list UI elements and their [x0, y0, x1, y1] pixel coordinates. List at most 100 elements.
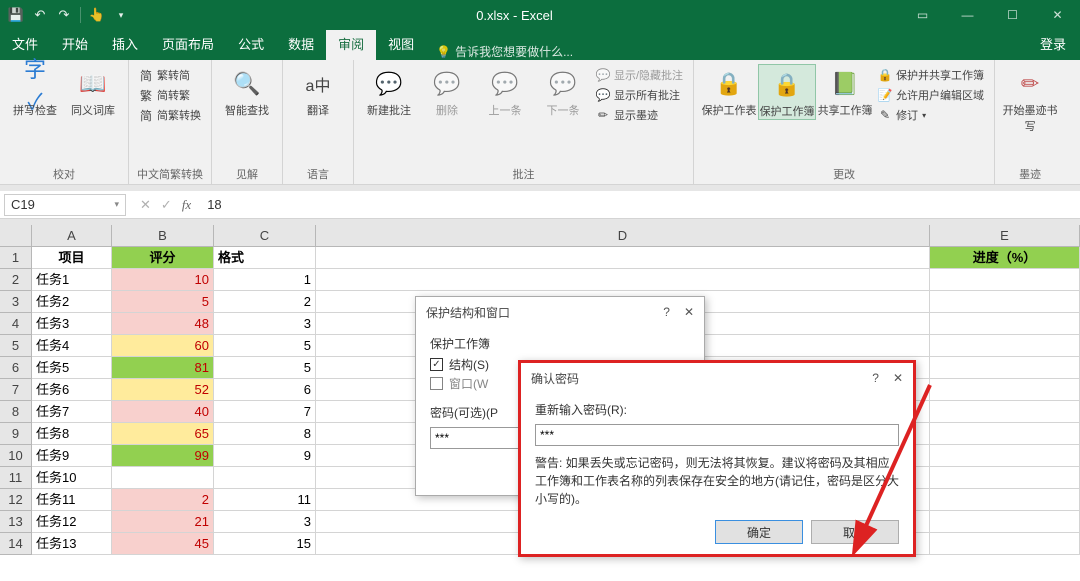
cell[interactable]: 5 — [112, 291, 214, 313]
cell[interactable] — [930, 489, 1080, 511]
cell[interactable]: 项目 — [32, 247, 112, 269]
cell[interactable]: 任务10 — [32, 467, 112, 489]
cell[interactable]: 15 — [214, 533, 316, 555]
cell[interactable]: 进度（%） — [930, 247, 1080, 269]
maximize-icon[interactable]: ☐ — [990, 0, 1035, 30]
col-head-a[interactable]: A — [32, 225, 112, 246]
cell[interactable]: 2 — [112, 489, 214, 511]
cancel-formula-icon[interactable]: ✕ — [140, 197, 151, 213]
cell[interactable]: 5 — [214, 357, 316, 379]
cell[interactable]: 任务4 — [32, 335, 112, 357]
undo-icon[interactable]: ↶ — [32, 7, 48, 23]
delete-comment-button[interactable]: 💬删除 — [418, 64, 476, 118]
col-head-c[interactable]: C — [214, 225, 316, 246]
simplified-to-traditional-button[interactable]: 繁简转繁 — [135, 86, 205, 104]
chinese-convert-button[interactable]: 简简繁转换 — [135, 106, 205, 124]
cell[interactable]: 任务6 — [32, 379, 112, 401]
cell[interactable]: 3 — [214, 313, 316, 335]
cell[interactable] — [930, 467, 1080, 489]
cell[interactable]: 任务7 — [32, 401, 112, 423]
allow-edit-ranges-button[interactable]: 📝允许用户编辑区域 — [874, 86, 988, 104]
smart-lookup-button[interactable]: 🔍 智能查找 — [218, 64, 276, 118]
cell[interactable]: 11 — [214, 489, 316, 511]
traditional-to-simplified-button[interactable]: 简繁转简 — [135, 66, 205, 84]
cell[interactable]: 2 — [214, 291, 316, 313]
tab-页面布局[interactable]: 页面布局 — [150, 30, 226, 60]
cell[interactable] — [112, 467, 214, 489]
show-hide-comment-button[interactable]: 💬显示/隐藏批注 — [592, 66, 687, 84]
protect-sheet-button[interactable]: 🔒保护工作表 — [700, 64, 758, 118]
cell[interactable] — [930, 511, 1080, 533]
cell[interactable]: 格式 — [214, 247, 316, 269]
col-head-d[interactable]: D — [316, 225, 930, 246]
tell-me-search[interactable]: 💡 告诉我您想要做什么... — [426, 43, 573, 60]
redo-icon[interactable]: ↷ — [56, 7, 72, 23]
cell[interactable] — [214, 467, 316, 489]
minimize-icon[interactable]: — — [945, 0, 990, 30]
row-head[interactable]: 13 — [0, 511, 32, 533]
share-workbook-button[interactable]: 📗共享工作簿 — [816, 64, 874, 118]
cell[interactable] — [930, 313, 1080, 335]
name-box[interactable]: C19 ▾ — [4, 194, 126, 216]
cancel-button[interactable]: 取消 — [811, 520, 899, 544]
cell[interactable]: 5 — [214, 335, 316, 357]
cell[interactable]: 任务12 — [32, 511, 112, 533]
cell[interactable]: 任务11 — [32, 489, 112, 511]
row-head[interactable]: 9 — [0, 423, 32, 445]
cell[interactable]: 任务3 — [32, 313, 112, 335]
spelling-button[interactable]: 字✓ 拼写检查 — [6, 64, 64, 118]
row-head[interactable]: 12 — [0, 489, 32, 511]
thesaurus-button[interactable]: 📖 同义词库 — [64, 64, 122, 118]
start-inking-button[interactable]: ✏开始墨迹书写 — [1001, 64, 1059, 134]
cell[interactable] — [930, 335, 1080, 357]
cell[interactable]: 任务5 — [32, 357, 112, 379]
cell[interactable] — [930, 533, 1080, 555]
cell[interactable]: 6 — [214, 379, 316, 401]
track-changes-button[interactable]: ✎修订 ▾ — [874, 106, 988, 124]
cell[interactable]: 99 — [112, 445, 214, 467]
row-head[interactable]: 6 — [0, 357, 32, 379]
cell[interactable]: 40 — [112, 401, 214, 423]
row-head[interactable]: 14 — [0, 533, 32, 555]
cell[interactable]: 任务8 — [32, 423, 112, 445]
cell[interactable] — [316, 269, 930, 291]
col-head-b[interactable]: B — [112, 225, 214, 246]
cell[interactable]: 7 — [214, 401, 316, 423]
dialog1-help-icon[interactable]: ? — [663, 305, 670, 319]
cell[interactable] — [930, 423, 1080, 445]
row-head[interactable]: 11 — [0, 467, 32, 489]
tab-插入[interactable]: 插入 — [100, 30, 150, 60]
accept-formula-icon[interactable]: ✓ — [161, 197, 172, 213]
touch-mode-icon[interactable]: 👆 — [89, 7, 105, 23]
cell[interactable]: 10 — [112, 269, 214, 291]
cell[interactable]: 45 — [112, 533, 214, 555]
cell[interactable] — [930, 291, 1080, 313]
cell[interactable]: 任务13 — [32, 533, 112, 555]
cell[interactable] — [930, 445, 1080, 467]
tab-开始[interactable]: 开始 — [50, 30, 100, 60]
show-ink-button[interactable]: ✏显示墨迹 — [592, 106, 687, 124]
col-head-e[interactable]: E — [930, 225, 1080, 246]
cell[interactable] — [930, 357, 1080, 379]
row-head[interactable]: 2 — [0, 269, 32, 291]
row-head[interactable]: 7 — [0, 379, 32, 401]
cell[interactable]: 评分 — [112, 247, 214, 269]
dialog1-close-icon[interactable]: ✕ — [684, 305, 694, 319]
tab-公式[interactable]: 公式 — [226, 30, 276, 60]
new-comment-button[interactable]: 💬新建批注 — [360, 64, 418, 118]
dialog2-close-icon[interactable]: ✕ — [893, 371, 903, 385]
cell[interactable]: 任务1 — [32, 269, 112, 291]
cell[interactable] — [930, 269, 1080, 291]
row-head[interactable]: 8 — [0, 401, 32, 423]
cell[interactable] — [316, 247, 930, 269]
tab-审阅[interactable]: 审阅 — [326, 30, 376, 60]
cell[interactable]: 65 — [112, 423, 214, 445]
cell[interactable]: 任务9 — [32, 445, 112, 467]
row-head[interactable]: 10 — [0, 445, 32, 467]
dialog2-help-icon[interactable]: ? — [872, 371, 879, 385]
tab-视图[interactable]: 视图 — [376, 30, 426, 60]
cell[interactable] — [930, 379, 1080, 401]
ok-button[interactable]: 确定 — [715, 520, 803, 544]
save-icon[interactable]: 💾 — [8, 7, 24, 23]
table-row[interactable]: 1项目评分格式进度（%） — [0, 247, 1080, 269]
